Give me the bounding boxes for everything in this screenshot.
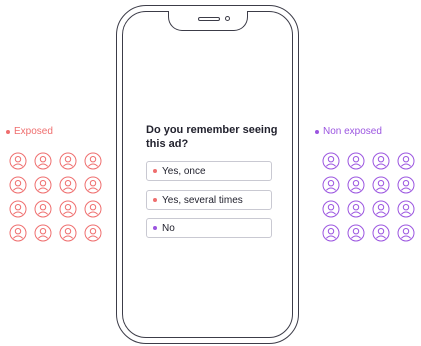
phone-speaker xyxy=(198,17,220,21)
person-icon xyxy=(322,152,340,170)
person-icon xyxy=(372,224,390,242)
person-icon xyxy=(347,176,365,194)
phone-camera-icon xyxy=(225,16,230,21)
person-icon xyxy=(322,200,340,218)
person-icon xyxy=(347,152,365,170)
person-icon xyxy=(9,152,27,170)
person-icon xyxy=(34,200,52,218)
person-icon xyxy=(34,152,52,170)
person-icon xyxy=(322,176,340,194)
person-icon xyxy=(9,200,27,218)
option-marker-dot xyxy=(153,226,157,230)
survey-option-yes-several[interactable]: Yes, several times xyxy=(146,190,272,210)
exposed-dot xyxy=(6,129,10,134)
person-icon xyxy=(84,152,102,170)
person-icon xyxy=(59,152,77,170)
non-exposed-label-text: Non exposed xyxy=(323,126,382,137)
option-marker-dot xyxy=(153,169,157,173)
person-icon xyxy=(372,200,390,218)
person-icon xyxy=(397,176,415,194)
non-exposed-label: Non exposed xyxy=(315,126,382,137)
person-icon xyxy=(84,176,102,194)
non-exposed-person-grid xyxy=(322,152,415,242)
person-icon xyxy=(59,224,77,242)
option-marker-dot xyxy=(153,198,157,202)
person-icon xyxy=(9,224,27,242)
option-label: Yes, several times xyxy=(162,194,243,206)
option-label: No xyxy=(162,222,175,234)
person-icon xyxy=(322,224,340,242)
person-icon xyxy=(84,224,102,242)
person-icon xyxy=(9,176,27,194)
phone-notch xyxy=(168,11,248,31)
exposed-label: Exposed xyxy=(6,126,53,137)
person-icon xyxy=(372,176,390,194)
person-icon xyxy=(347,224,365,242)
person-icon xyxy=(34,224,52,242)
person-icon xyxy=(84,200,102,218)
survey-option-no[interactable]: No xyxy=(146,218,272,238)
person-icon xyxy=(397,152,415,170)
person-icon xyxy=(347,200,365,218)
person-icon xyxy=(59,200,77,218)
exposed-person-grid xyxy=(9,152,102,242)
person-icon xyxy=(397,224,415,242)
survey-question: Do you remember seeing this ad? xyxy=(146,124,278,150)
option-label: Yes, once xyxy=(162,165,206,177)
person-icon xyxy=(397,200,415,218)
person-icon xyxy=(59,176,77,194)
exposed-label-text: Exposed xyxy=(14,126,53,137)
non-exposed-dot xyxy=(315,129,319,134)
person-icon xyxy=(372,152,390,170)
person-icon xyxy=(34,176,52,194)
survey-option-yes-once[interactable]: Yes, once xyxy=(146,161,272,181)
